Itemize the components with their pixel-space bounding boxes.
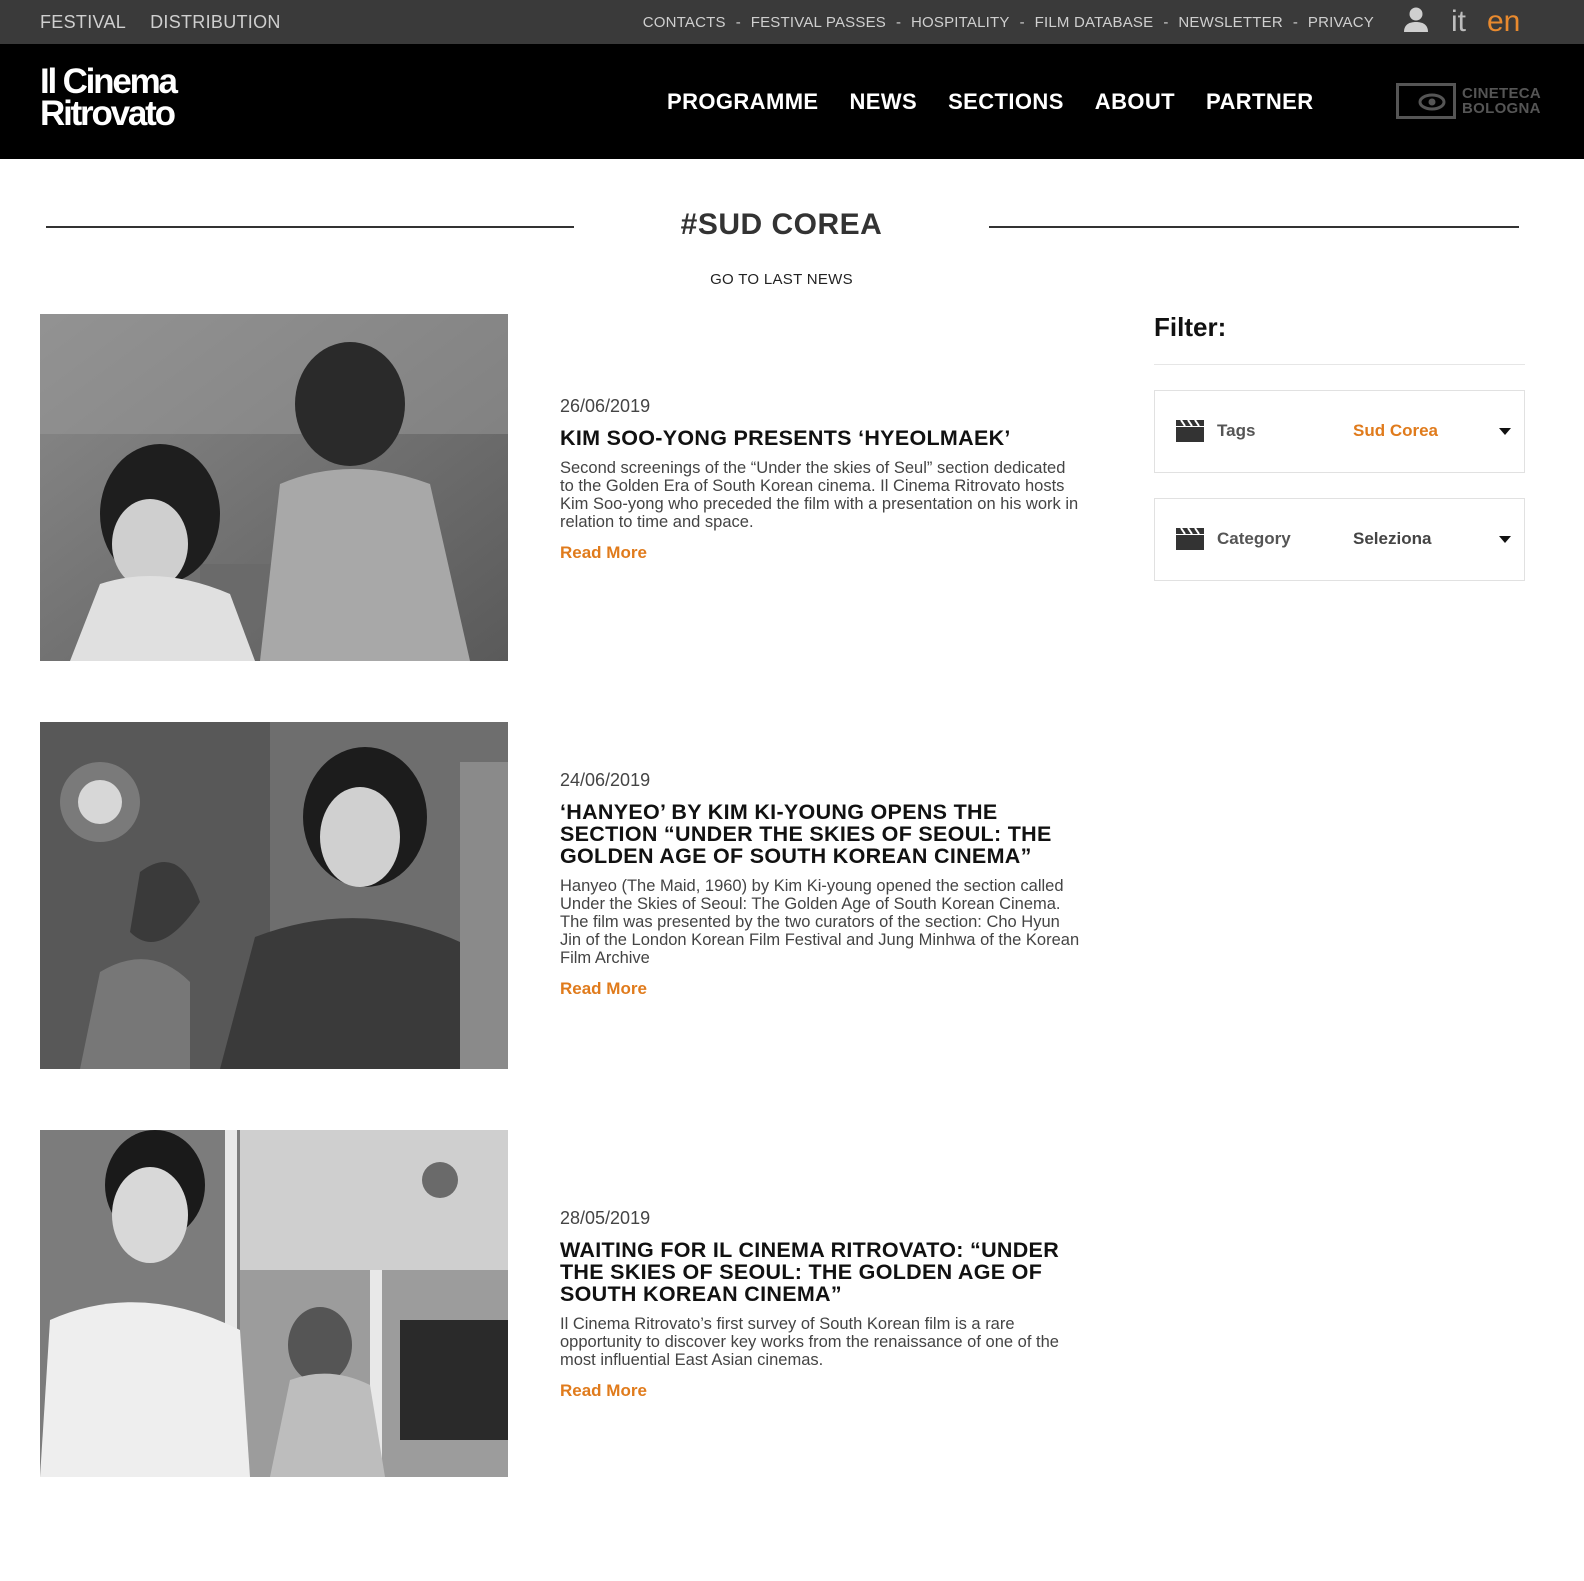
main-nav: PROGRAMME NEWS SECTIONS ABOUT PARTNER <box>667 44 1314 159</box>
news-date: 24/06/2019 <box>560 770 651 790</box>
film-still-image <box>40 1130 508 1477</box>
chevron-down-icon <box>1499 536 1511 543</box>
utility-bar: FESTIVAL DISTRIBUTION CONTACTS - FESTIVA… <box>0 0 1584 44</box>
utility-left-nav: FESTIVAL DISTRIBUTION <box>40 0 281 44</box>
clapperboard-icon <box>1176 419 1204 442</box>
news-body: 24/06/2019 ‘HANYEO’ BY KIM KI-YOUNG OPEN… <box>560 770 1082 999</box>
tags-filter-select[interactable]: Tags Sud Corea <box>1154 390 1525 473</box>
film-database-link[interactable]: FILM DATABASE <box>1035 14 1154 31</box>
language-en-link[interactable]: en <box>1487 0 1520 44</box>
newsletter-link[interactable]: NEWSLETTER <box>1178 14 1283 31</box>
news-item: 28/05/2019 WAITING FOR IL CINEMA RITROVA… <box>40 1130 1090 1477</box>
title-divider-right <box>989 226 1519 228</box>
filter-divider <box>1154 364 1525 365</box>
news-item: 24/06/2019 ‘HANYEO’ BY KIM KI-YOUNG OPEN… <box>40 722 1090 1069</box>
separator: - <box>735 13 741 31</box>
nav-partner[interactable]: PARTNER <box>1206 89 1314 115</box>
separator: - <box>1019 13 1025 31</box>
cineteca-line-1: CINETECA <box>1462 85 1542 102</box>
category-filter-select[interactable]: Category Seleziona <box>1154 498 1525 581</box>
site-logo[interactable]: Il Cinema Ritrovato <box>40 64 200 133</box>
nav-about[interactable]: ABOUT <box>1095 89 1175 115</box>
read-more-link[interactable]: Read More <box>560 1381 647 1401</box>
nav-news[interactable]: NEWS <box>850 89 918 115</box>
news-body: 26/06/2019 KIM SOO-YONG PRESENTS ‘HYEOLM… <box>560 396 1082 563</box>
nav-sections[interactable]: SECTIONS <box>948 89 1064 115</box>
festival-passes-link[interactable]: FESTIVAL PASSES <box>751 14 886 31</box>
chevron-down-icon <box>1499 428 1511 435</box>
news-excerpt: Il Cinema Ritrovato’s first survey of So… <box>560 1315 1059 1369</box>
separator: - <box>896 13 901 31</box>
filter-label: Tags <box>1217 421 1256 440</box>
filter-label: Category <box>1217 529 1291 548</box>
festival-link[interactable]: FESTIVAL <box>40 12 126 33</box>
contacts-link[interactable]: CONTACTS <box>643 14 726 31</box>
page-title: #SUD COREA <box>680 208 883 241</box>
news-body: 28/05/2019 WAITING FOR IL CINEMA RITROVA… <box>560 1208 1082 1401</box>
language-it-link[interactable]: it <box>1451 0 1466 44</box>
user-icon[interactable] <box>1401 5 1431 35</box>
news-title[interactable]: KIM SOO-YONG PRESENTS ‘HYEOLMAEK’ <box>560 427 1082 449</box>
news-thumbnail[interactable] <box>40 722 508 1069</box>
separator: - <box>1163 13 1169 31</box>
news-excerpt: Second screenings of the “Under the skie… <box>560 459 1079 531</box>
nav-programme[interactable]: PROGRAMME <box>667 89 819 115</box>
distribution-link[interactable]: DISTRIBUTION <box>150 12 281 33</box>
filter-value: Sud Corea <box>1353 421 1439 440</box>
cineteca-text: CINETECA BOLOGNA <box>1462 86 1541 116</box>
logo-line-2: Ritrovato <box>40 94 176 133</box>
utility-right-nav: CONTACTS - FESTIVAL PASSES - HOSPITALITY… <box>643 0 1374 44</box>
go-to-last-news-link[interactable]: GO TO LAST NEWS <box>574 271 989 288</box>
news-title[interactable]: ‘HANYEO’ BY KIM KI-YOUNG OPENS THE SECTI… <box>560 801 1082 867</box>
cineteca-bologna-logo[interactable]: CINETECA BOLOGNA <box>1396 83 1541 119</box>
clapperboard-icon <box>1176 527 1204 550</box>
news-thumbnail[interactable] <box>40 314 508 661</box>
cineteca-line-2: BOLOGNA <box>1462 100 1541 117</box>
news-excerpt: Hanyeo (The Maid, 1960) by Kim Ki-young … <box>560 877 1080 967</box>
news-date: 26/06/2019 <box>560 396 651 416</box>
filter-heading: Filter: <box>1154 312 1227 342</box>
film-still-image <box>40 314 508 661</box>
film-still-image <box>40 722 508 1069</box>
filter-value: Seleziona <box>1353 529 1432 548</box>
eye-logo-icon <box>1396 83 1456 119</box>
privacy-link[interactable]: PRIVACY <box>1308 14 1374 31</box>
title-divider-left <box>46 226 574 228</box>
news-thumbnail[interactable] <box>40 1130 508 1477</box>
read-more-link[interactable]: Read More <box>560 543 647 563</box>
separator: - <box>1292 13 1298 31</box>
news-item: 26/06/2019 KIM SOO-YONG PRESENTS ‘HYEOLM… <box>40 314 1090 661</box>
hospitality-link[interactable]: HOSPITALITY <box>911 14 1010 31</box>
news-title[interactable]: WAITING FOR IL CINEMA RITROVATO: “UNDER … <box>560 1239 1082 1305</box>
news-date: 28/05/2019 <box>560 1208 651 1228</box>
read-more-link[interactable]: Read More <box>560 979 647 999</box>
